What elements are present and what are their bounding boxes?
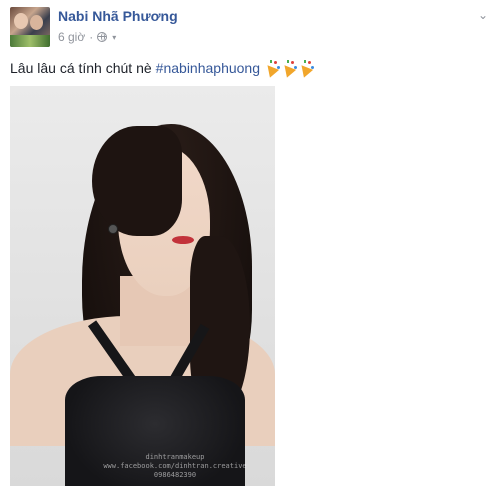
globe-icon[interactable] (97, 32, 108, 42)
photo-lips (172, 236, 194, 244)
hashtag-link[interactable]: #nabinhaphuong (156, 60, 260, 76)
photo-watermark: dinhtranmakeup www.facebook.com/dinhtran… (80, 453, 270, 480)
post-caption: Lâu lâu cá tính chút nè #nabinhaphuong (10, 60, 315, 78)
post-meta: 6 giờ · ▾ (58, 30, 116, 44)
author-name-link[interactable]: Nabi Nhã Phương (58, 8, 178, 24)
watermark-line-1: dinhtranmakeup (145, 453, 205, 461)
privacy-caret-icon[interactable]: ▾ (112, 33, 116, 42)
watermark-line-2: www.facebook.com/dinhtran.creative (103, 462, 247, 470)
author-avatar[interactable] (10, 7, 50, 47)
party-popper-icon (279, 60, 298, 78)
watermark-line-3: 0986482390 (153, 471, 197, 479)
emoji-group (262, 60, 315, 78)
meta-separator: · (89, 30, 94, 44)
post-timestamp[interactable]: 6 giờ (58, 30, 85, 44)
photo-earring (108, 224, 118, 234)
post-photo[interactable]: dinhtranmakeup www.facebook.com/dinhtran… (10, 86, 275, 486)
chevron-down-icon[interactable]: ⌄ (478, 8, 488, 22)
feed-post: Nabi Nhã Phương 6 giờ · ▾ ⌄ Lâu lâu cá t… (0, 0, 500, 500)
caption-text: Lâu lâu cá tính chút nè (10, 60, 152, 76)
party-popper-icon (262, 60, 281, 78)
photo-hair-front (92, 126, 182, 236)
party-popper-icon (296, 60, 315, 78)
